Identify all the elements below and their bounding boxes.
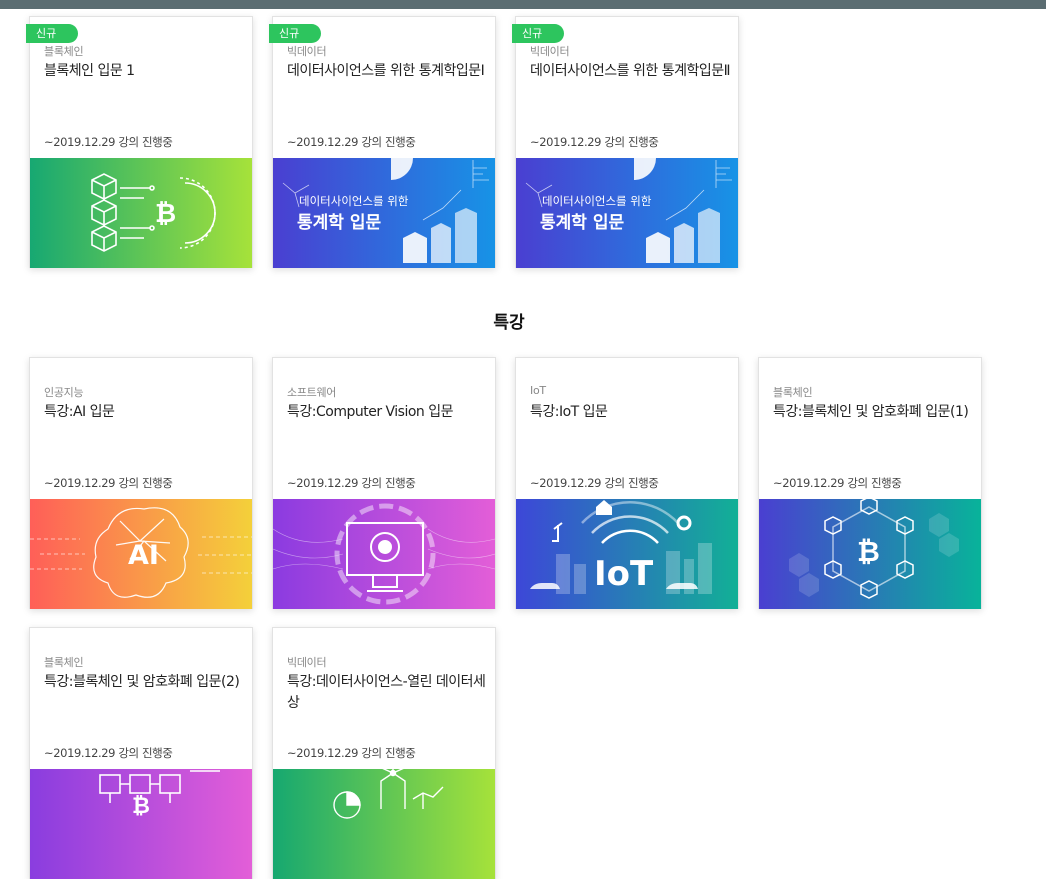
- course-card-open-data[interactable]: 빅데이터 특강:데이터사이언스-열린 데이터세상 ~2019.12.29 강의 …: [272, 627, 496, 879]
- crypto-thumbnail[interactable]: ₿: [30, 769, 252, 879]
- course-period: ~2019.12.29 강의 진행중: [287, 476, 416, 490]
- svg-text:₿: ₿: [857, 535, 880, 568]
- course-period: ~2019.12.29 강의 진행중: [287, 746, 416, 760]
- statistics-thumbnail[interactable]: 데이터사이언스를 위한 통계학 입문: [516, 158, 738, 268]
- new-badge: 신규: [269, 24, 321, 43]
- svg-text:₿: ₿: [155, 199, 176, 229]
- course-category: 빅데이터: [530, 45, 570, 58]
- blockchain-thumbnail[interactable]: ₿: [30, 158, 252, 268]
- top-bar: [0, 0, 1046, 9]
- svg-text:₿: ₿: [132, 794, 150, 819]
- course-period: ~2019.12.29 강의 진행중: [530, 135, 659, 149]
- course-category: 빅데이터: [287, 45, 327, 58]
- open-data-thumbnail[interactable]: [273, 769, 495, 879]
- course-card-iot-intro[interactable]: IoT 특강:IoT 입문 ~2019.12.29 강의 진행중 IoT: [515, 357, 739, 609]
- computer-vision-thumbnail[interactable]: [273, 499, 495, 609]
- course-category: 블록체인: [44, 656, 84, 669]
- crypto-thumbnail[interactable]: ₿: [759, 499, 981, 609]
- course-title[interactable]: 특강:AI 입문: [44, 402, 244, 423]
- course-category: 빅데이터: [287, 656, 327, 669]
- course-period: ~2019.12.29 강의 진행중: [44, 746, 173, 760]
- course-title[interactable]: 특강:데이터사이언스-열린 데이터세상: [287, 672, 487, 714]
- course-category: 블록체인: [773, 386, 813, 399]
- course-category: IoT: [530, 384, 546, 397]
- course-card-ai-intro[interactable]: 인공지능 특강:AI 입문 ~2019.12.29 강의 진행중 AI: [29, 357, 253, 609]
- course-period: ~2019.12.29 강의 진행중: [44, 476, 173, 490]
- course-title[interactable]: 특강:Computer Vision 입문: [287, 402, 487, 423]
- thumbnail-caption: 데이터사이언스를 위한: [299, 194, 409, 208]
- course-title[interactable]: 특강:IoT 입문: [530, 402, 730, 423]
- course-title[interactable]: 특강:블록체인 및 암호화폐 입문(2): [44, 672, 244, 693]
- course-period: ~2019.12.29 강의 진행중: [287, 135, 416, 149]
- course-category: 블록체인: [44, 45, 84, 58]
- thumbnail-caption: 데이터사이언스를 위한: [542, 194, 652, 208]
- course-title[interactable]: 특강:블록체인 및 암호화폐 입문(1): [773, 402, 973, 423]
- section-title: 특강: [493, 313, 525, 333]
- course-card-statistics-2[interactable]: 신규 빅데이터 데이터사이언스를 위한 통계학입문Ⅱ ~2019.12.29 강…: [512, 16, 739, 268]
- course-category: 소프트웨어: [287, 386, 337, 399]
- course-card-crypto-2[interactable]: 블록체인 특강:블록체인 및 암호화폐 입문(2) ~2019.12.29 강의…: [29, 627, 253, 879]
- thumbnail-text: IoT: [594, 554, 654, 594]
- course-card-crypto-1[interactable]: 블록체인 특강:블록체인 및 암호화폐 입문(1) ~2019.12.29 강의…: [758, 357, 982, 609]
- course-title[interactable]: 블록체인 입문 1: [44, 61, 244, 82]
- course-period: ~2019.12.29 강의 진행중: [44, 135, 173, 149]
- thumbnail-text: AI: [128, 540, 159, 571]
- course-title[interactable]: 데이터사이언스를 위한 통계학입문Ⅰ: [287, 61, 487, 82]
- thumbnail-heading: 통계학 입문: [540, 213, 624, 233]
- statistics-thumbnail[interactable]: 데이터사이언스를 위한 통계학 입문: [273, 158, 495, 268]
- iot-thumbnail[interactable]: IoT: [516, 499, 738, 609]
- course-category: 인공지능: [44, 386, 84, 399]
- new-badge: 신규: [26, 24, 78, 43]
- course-card-blockchain-intro[interactable]: 신규 블록체인 블록체인 입문 1 ~2019.12.29 강의 진행중 ₿: [26, 16, 253, 268]
- thumbnail-heading: 통계학 입문: [297, 213, 381, 233]
- ai-brain-thumbnail[interactable]: AI: [30, 499, 252, 609]
- course-card-statistics-1[interactable]: 신규 빅데이터 데이터사이언스를 위한 통계학입문Ⅰ ~2019.12.29 강…: [269, 16, 496, 268]
- course-period: ~2019.12.29 강의 진행중: [773, 476, 902, 490]
- course-title[interactable]: 데이터사이언스를 위한 통계학입문Ⅱ: [530, 61, 731, 82]
- course-period: ~2019.12.29 강의 진행중: [530, 476, 659, 490]
- course-card-computer-vision[interactable]: 소프트웨어 특강:Computer Vision 입문 ~2019.12.29 …: [272, 357, 496, 609]
- new-badge: 신규: [512, 24, 564, 43]
